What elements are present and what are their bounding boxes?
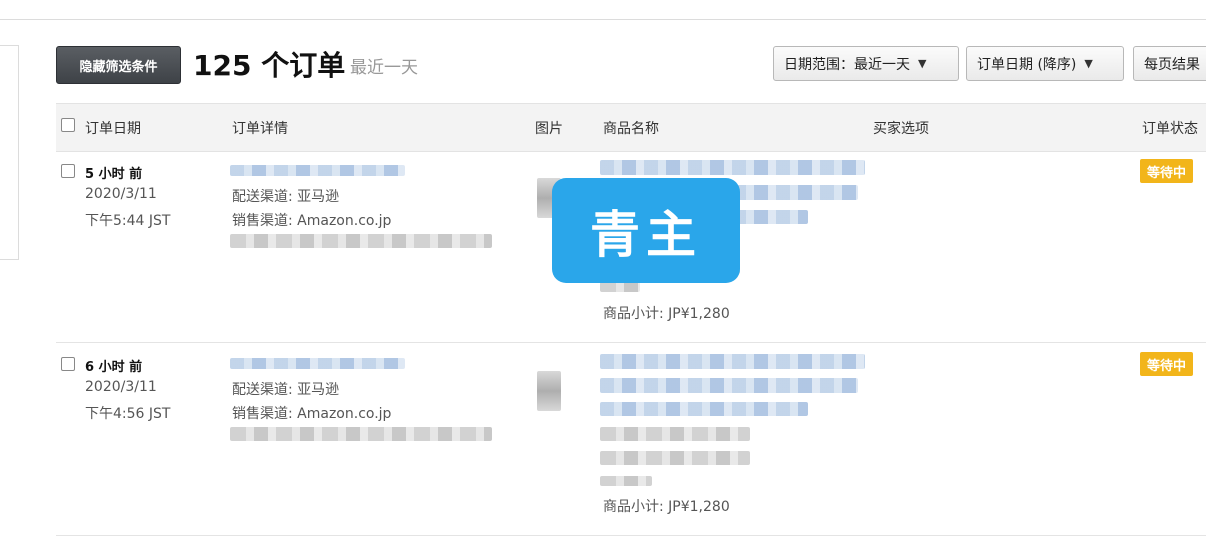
order-time: 下午5:44 JST [85,213,171,229]
date-range-dropdown[interactable]: 日期范围：最近一天 ▼ [773,46,959,81]
filter-panel-edge [0,45,19,260]
product-thumbnail[interactable] [537,371,561,411]
product-subtotal: 商品小计: JP¥1,280 [603,306,730,322]
per-page-dropdown[interactable]: 每页结果 [1133,46,1206,81]
watermark-logo: 青主 [552,178,740,283]
chevron-down-icon: ▼ [918,57,927,70]
shipping-channel: 配送渠道: 亚马逊 [232,382,340,398]
product-qty-redacted [600,476,652,486]
product-sku-redacted [600,427,750,441]
buyer-info-redacted [230,234,492,248]
row-divider [56,535,1206,536]
select-all-checkbox[interactable] [61,118,75,132]
sort-label: 订单日期 (降序) [977,56,1077,73]
product-qty-redacted [600,282,640,292]
range-subtitle: 最近一天 [350,58,418,78]
product-subtotal: 商品小计: JP¥1,280 [603,499,730,515]
order-id-link[interactable] [230,165,405,176]
col-order-date[interactable]: 订单日期 [85,118,141,138]
order-time-ago: 5 小时 前 [85,167,143,182]
status-badge: 等待中 [1140,159,1193,183]
col-image: 图片 [535,121,563,137]
product-name-link[interactable] [600,354,865,369]
sales-channel: 销售渠道: Amazon.co.jp [232,213,392,229]
sort-dropdown[interactable]: 订单日期 (降序) ▼ [966,46,1124,81]
date-range-label: 日期范围：最近一天 [784,56,910,73]
row-checkbox[interactable] [61,164,75,178]
product-name-link[interactable] [600,160,865,175]
sales-channel: 销售渠道: Amazon.co.jp [232,406,392,422]
col-product-name[interactable]: 商品名称 [603,118,659,138]
col-order-status: 订单状态 [1142,121,1198,137]
order-date: 2020/3/11 [85,379,157,395]
product-asin-redacted [600,451,750,465]
row-divider [56,342,1206,343]
order-count-title: 125 个订单 [193,49,346,82]
chevron-down-icon: ▼ [1084,57,1093,70]
product-name-link-line3[interactable] [600,402,808,416]
order-date: 2020/3/11 [85,186,157,202]
order-time-ago: 6 小时 前 [85,360,143,375]
row-checkbox[interactable] [61,357,75,371]
order-time: 下午4:56 JST [85,406,171,422]
product-name-link-line2[interactable] [600,378,858,393]
col-order-details: 订单详情 [232,121,288,137]
shipping-channel: 配送渠道: 亚马逊 [232,189,340,205]
buyer-info-redacted [230,427,492,441]
status-badge: 等待中 [1140,352,1193,376]
top-divider [0,19,1206,20]
hide-filters-button[interactable]: 隐藏筛选条件 [56,46,181,84]
order-id-link[interactable] [230,358,405,369]
per-page-label: 每页结果 [1144,56,1200,73]
col-buyer-options: 买家选项 [873,121,929,137]
